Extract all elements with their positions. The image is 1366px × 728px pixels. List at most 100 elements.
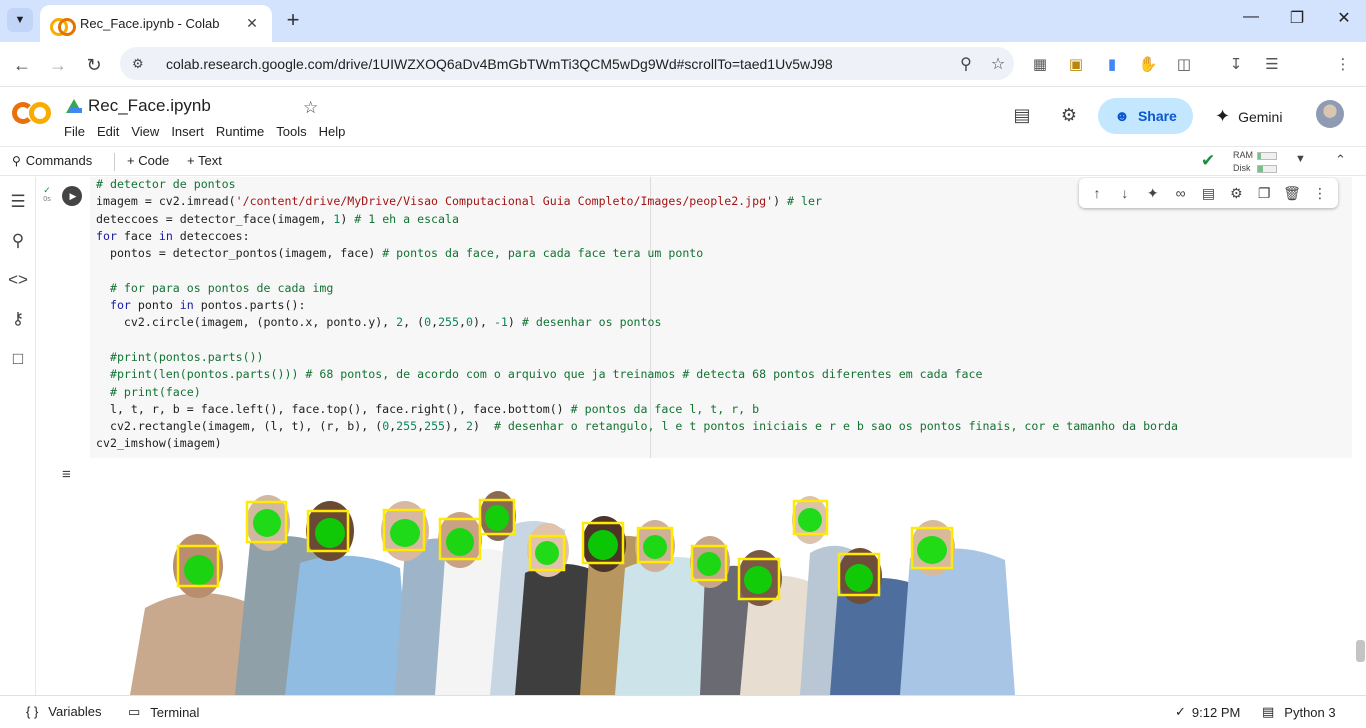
notebook-title[interactable]: Rec_Face.ipynb (66, 96, 211, 116)
notebook-name[interactable]: Rec_Face.ipynb (88, 96, 211, 116)
url-text[interactable]: colab.research.google.com/drive/1UIWZXOQ… (166, 56, 950, 72)
forward-arrow-icon[interactable]: → (45, 52, 71, 78)
mirror-cell-icon[interactable]: ❐ (1252, 185, 1276, 202)
browser-tab[interactable]: Rec_Face.ipynb - Colab ✕ (40, 5, 272, 42)
code-line[interactable]: cv2.rectangle(imagem, (l, t), (r, b), (0… (96, 418, 1178, 435)
code-line[interactable] (96, 262, 1178, 279)
cell-output: ≡ (54, 458, 1352, 695)
code-line[interactable]: cv2_imshow(imagem) (96, 435, 1178, 452)
zoom-icon[interactable]: ⚲ (950, 54, 982, 74)
browser-toolbar: ← → ↻ ⚙ colab.research.google.com/drive/… (0, 42, 1366, 115)
extension-hand-icon[interactable]: ✋ (1136, 53, 1160, 77)
menu-edit[interactable]: Edit (97, 124, 119, 139)
extension-doc-icon[interactable]: ▮ (1100, 53, 1124, 77)
cell-gutter: ✓ 0s ▶ (36, 177, 90, 458)
scrollbar-thumb[interactable] (1356, 640, 1365, 662)
menu-help[interactable]: Help (319, 124, 346, 139)
star-icon[interactable]: ☆ (303, 98, 318, 118)
commands-label: Commands (25, 153, 93, 168)
output-actions-icon[interactable]: ≡ (62, 466, 71, 483)
new-tab-button[interactable]: + (282, 9, 304, 31)
gemini-button[interactable]: ✦ Gemini (1215, 106, 1282, 127)
code-line[interactable]: imagem = cv2.imread('/content/drive/MyDr… (96, 193, 1178, 210)
extension-icon[interactable]: ▦ (1028, 53, 1052, 77)
comment-icon[interactable]: ▤ (1196, 185, 1220, 202)
code-line[interactable]: for face in deteccoes: (96, 228, 1178, 245)
back-arrow-icon[interactable]: ← (9, 52, 35, 78)
restore-window-button[interactable]: ❐ (1282, 8, 1312, 28)
collapse-header-icon[interactable]: ⌃ (1335, 152, 1346, 168)
commands-button[interactable]: ⚲ Commands (12, 153, 92, 168)
add-text-button[interactable]: + Text (187, 153, 222, 168)
execution-status[interactable]: ✓ 9:12 PM (1175, 704, 1240, 720)
code-line[interactable]: deteccoes = detector_face(imagem, 1) # 1… (96, 211, 1178, 228)
code-text[interactable]: # detector de pontos imagem = cv2.imread(… (96, 177, 1178, 453)
comments-icon[interactable]: ▤ (1009, 102, 1035, 128)
settings-gear-icon[interactable]: ⚙ (1056, 102, 1082, 128)
run-cell-button[interactable]: ▶ (62, 186, 82, 206)
browser-menu-icon[interactable]: ⋮ (1331, 53, 1355, 77)
files-folder-icon[interactable]: □ (6, 347, 30, 371)
find-replace-icon[interactable]: ⚲ (6, 229, 30, 253)
runtime-resources[interactable]: ✔ RAM Disk ▼ (1197, 149, 1337, 175)
menu-view[interactable]: View (131, 124, 159, 139)
code-line[interactable] (96, 332, 1178, 349)
code-cell-editor[interactable]: # detector de pontos imagem = cv2.imread(… (90, 177, 1352, 458)
output-image (110, 458, 1030, 695)
code-line[interactable]: pontos = detector_pontos(imagem, face) #… (96, 245, 1178, 262)
address-bar[interactable]: ⚙ colab.research.google.com/drive/1UIWZX… (120, 47, 1014, 80)
share-button[interactable]: ☻ Share (1098, 98, 1193, 134)
gemini-label: Gemini (1238, 108, 1283, 125)
tab-search-button[interactable]: ▼ (7, 8, 33, 32)
move-cell-up-icon[interactable]: ↑ (1085, 185, 1109, 201)
menu-bar: File Edit View Insert Runtime Tools Help (64, 124, 357, 139)
extension-folder-icon[interactable]: ▣ (1064, 53, 1088, 77)
code-line[interactable]: # detector de pontos (96, 177, 1178, 193)
secrets-key-icon[interactable]: ⚷ (6, 307, 30, 331)
gemini-sparkle-icon[interactable]: ✦ (1141, 185, 1165, 202)
code-snippets-icon[interactable]: <> (6, 268, 30, 292)
close-window-button[interactable]: ✕ (1329, 8, 1359, 28)
disk-label: Disk (1233, 163, 1251, 173)
extensions-puzzle-icon[interactable]: ◫ (1172, 53, 1196, 77)
add-code-button[interactable]: + Code (127, 153, 169, 168)
kernel-name: Python 3 (1284, 704, 1336, 720)
status-bar: { } Variables ▭ Terminal ✓ 9:12 PM ▤ Pyt… (0, 695, 1366, 728)
code-line[interactable]: # print(face) (96, 384, 1178, 401)
media-control-icon[interactable]: ☰ (1260, 53, 1284, 77)
code-line[interactable]: l, t, r, b = face.left(), face.top(), fa… (96, 401, 1178, 418)
code-line[interactable]: # for para os pontos de cada img (96, 280, 1178, 297)
variables-button[interactable]: { } Variables (26, 704, 102, 719)
disk-usage-bar (1257, 165, 1277, 173)
menu-runtime[interactable]: Runtime (216, 124, 264, 139)
kernel-indicator[interactable]: ▤ Python 3 (1262, 704, 1336, 720)
user-avatar[interactable] (1316, 100, 1344, 128)
runtime-dropdown-icon[interactable]: ▼ (1295, 153, 1306, 165)
cell-settings-gear-icon[interactable]: ⚙ (1224, 185, 1248, 202)
tab-title: Rec_Face.ipynb - Colab (80, 16, 220, 31)
colab-logo[interactable] (12, 100, 54, 126)
menu-file[interactable]: File (64, 124, 85, 139)
close-tab-icon[interactable]: ✕ (242, 15, 262, 32)
move-cell-down-icon[interactable]: ↓ (1113, 185, 1137, 201)
table-of-contents-icon[interactable]: ☰ (6, 190, 30, 214)
code-line[interactable]: for ponto in pontos.parts(): (96, 297, 1178, 314)
google-drive-icon (66, 99, 82, 113)
add-code-label: + Code (127, 153, 170, 168)
bookmark-star-icon[interactable]: ☆ (982, 54, 1014, 74)
code-line[interactable]: #print(len(pontos.parts())) # 68 pontos,… (96, 366, 1178, 383)
menu-tools[interactable]: Tools (276, 124, 306, 139)
execution-time: 9:12 PM (1191, 704, 1241, 720)
minimize-window-button[interactable]: — (1236, 8, 1266, 26)
code-line[interactable]: cv2.circle(imagem, (ponto.x, ponto.y), 2… (96, 314, 1178, 331)
terminal-button[interactable]: ▭ Terminal (128, 704, 199, 720)
download-icon[interactable]: ↧ (1224, 53, 1248, 77)
reload-icon[interactable]: ↻ (81, 52, 107, 78)
code-line[interactable]: #print(pontos.parts()) (96, 349, 1178, 366)
delete-trash-icon[interactable]: 🗑 (1280, 185, 1304, 202)
notebook-main: ✓ 0s ▶ # detector de pontos imagem = cv2.i… (36, 177, 1352, 695)
more-options-icon[interactable]: ⋮ (1308, 185, 1332, 202)
site-info-icon[interactable]: ⚙ (132, 56, 152, 72)
link-icon[interactable]: ∞ (1169, 185, 1193, 201)
menu-insert[interactable]: Insert (171, 124, 204, 139)
